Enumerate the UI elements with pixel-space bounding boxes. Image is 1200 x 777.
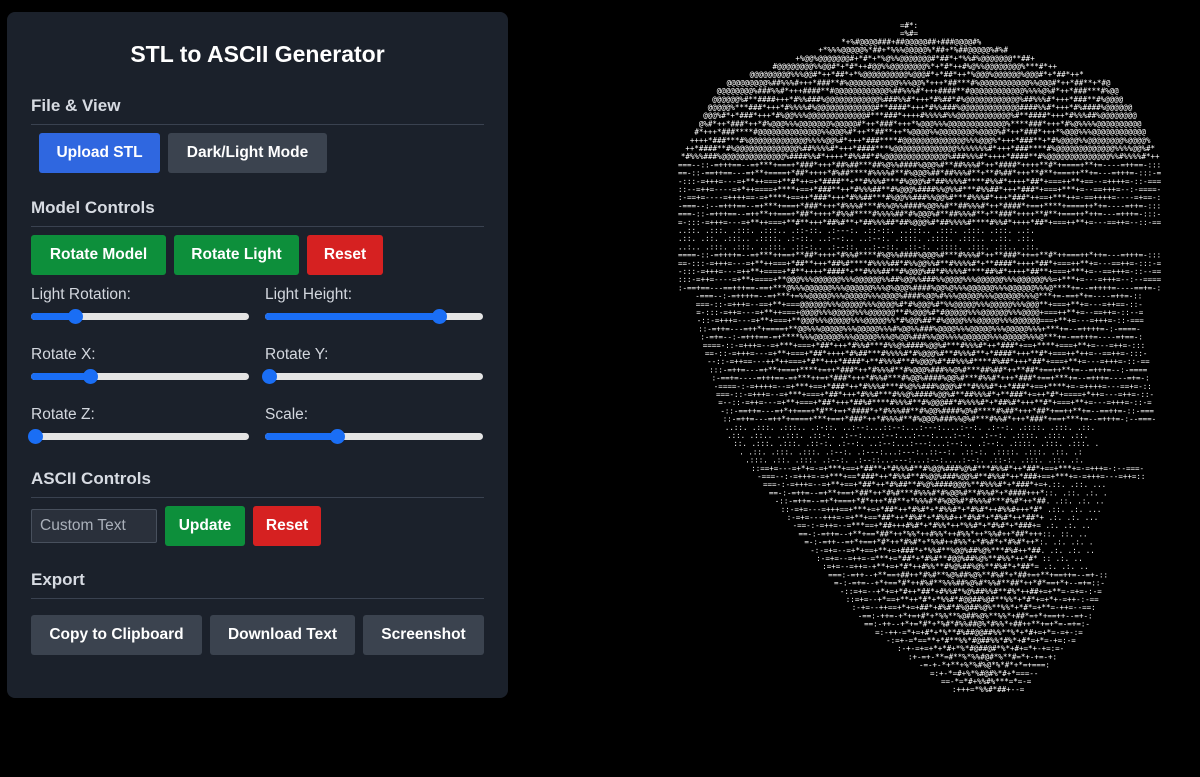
upload-stl-button[interactable]: Upload STL (39, 133, 160, 173)
rotate-z-label: Rotate Z: (31, 406, 95, 423)
light-height-control: Light Height: (265, 285, 483, 345)
scale-label: Scale: (265, 406, 309, 423)
rotate-x-slider[interactable] (31, 369, 249, 384)
slider-thumb[interactable] (82, 369, 98, 384)
download-text-button[interactable]: Download Text (210, 615, 355, 655)
ascii-row: :+++=*%%#*##+--= (952, 685, 1025, 694)
ascii-output: =#*: =%#= *+%#@@@@###+##@@@@@##+###@@@@#% +… (520, 18, 1200, 698)
section-ascii-controls: ASCII Controls (31, 469, 484, 498)
ascii-art-face: =#*:=%#=*+%#@@@@###+##@@@@@##+###@@@@#%+… (678, 21, 1162, 694)
reset-model-button[interactable]: Reset (307, 235, 383, 275)
slider-thumb[interactable] (262, 369, 278, 384)
light-rotation-label: Light Rotation: (31, 286, 131, 303)
rotate-light-button[interactable]: Rotate Light (174, 235, 299, 275)
light-height-slider[interactable] (265, 309, 483, 324)
rotate-y-slider[interactable] (262, 369, 483, 384)
ascii-rows: =#*:=%#=*+%#@@@@###+##@@@@@##+###@@@@#%+… (678, 21, 1162, 694)
rotate-z-control: Rotate Z: (28, 405, 249, 465)
custom-text-input[interactable] (31, 509, 157, 543)
reset-ascii-button[interactable]: Reset (253, 506, 321, 546)
screenshot-button[interactable]: Screenshot (363, 615, 484, 655)
control-panel: STL to ASCII Generator File & View Uploa… (7, 12, 508, 698)
light-rotation-slider[interactable] (31, 309, 249, 324)
app-title: STL to ASCII Generator (130, 41, 385, 67)
slider-thumb[interactable] (67, 309, 83, 324)
rotate-x-label: Rotate X: (31, 346, 96, 363)
rotate-x-control: Rotate X: (31, 345, 249, 405)
section-model-controls: Model Controls (31, 198, 484, 227)
slider-thumb[interactable] (432, 309, 448, 324)
dark-light-mode-button[interactable]: Dark/Light Mode (168, 133, 327, 173)
light-height-label: Light Height: (265, 286, 353, 303)
scale-slider[interactable] (265, 429, 483, 444)
section-export: Export (31, 570, 484, 599)
light-rotation-control: Light Rotation: (31, 285, 249, 345)
copy-to-clipboard-button[interactable]: Copy to Clipboard (31, 615, 202, 655)
rotate-y-control: Rotate Y: (262, 345, 483, 405)
section-file-view: File & View (31, 96, 484, 125)
slider-thumb[interactable] (28, 429, 44, 444)
slider-thumb[interactable] (329, 429, 345, 444)
scale-control: Scale: (265, 405, 483, 465)
rotate-model-button[interactable]: Rotate Model (31, 235, 166, 275)
update-button[interactable]: Update (165, 506, 245, 546)
rotate-z-slider[interactable] (28, 429, 249, 444)
rotate-y-label: Rotate Y: (265, 346, 329, 363)
